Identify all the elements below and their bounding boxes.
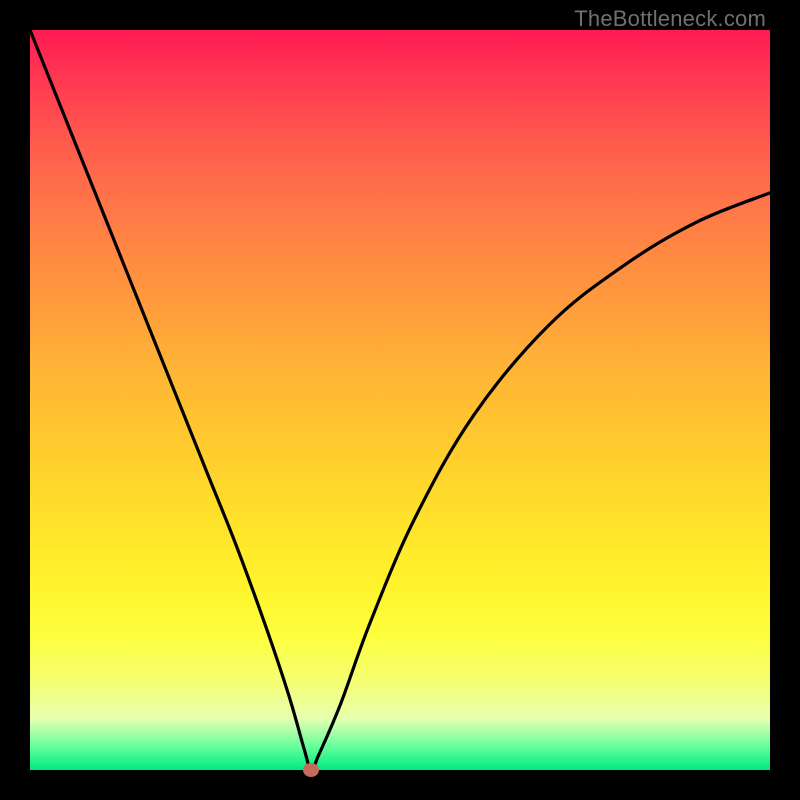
chart-area — [30, 30, 770, 770]
watermark-text: TheBottleneck.com — [574, 6, 766, 32]
bottleneck-curve — [30, 30, 770, 770]
optimal-point-marker — [303, 763, 319, 777]
